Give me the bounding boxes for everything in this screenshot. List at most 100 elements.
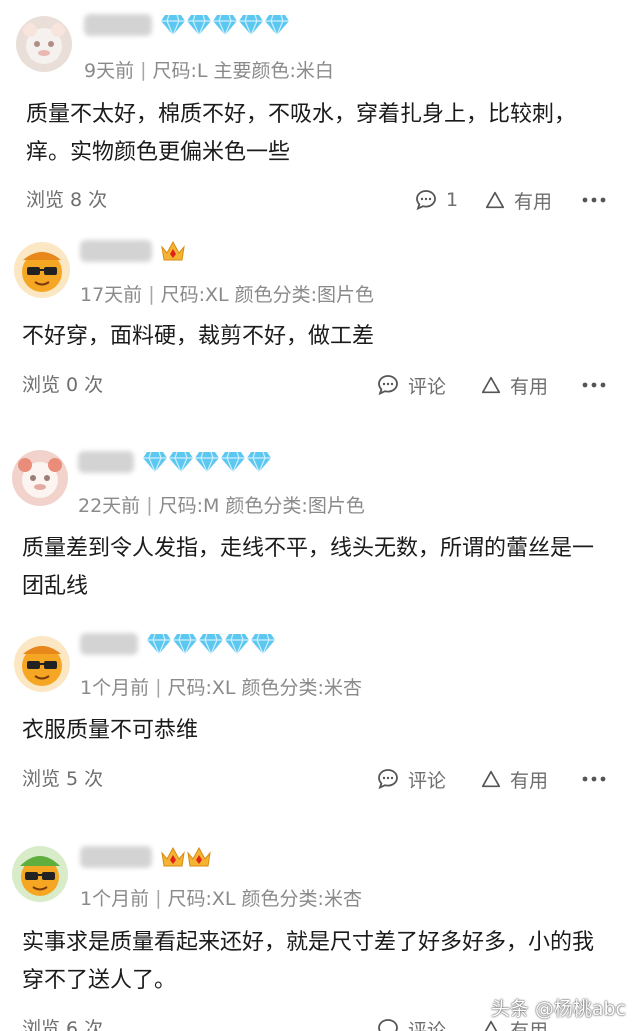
username-row — [80, 236, 186, 266]
separator: | — [155, 886, 162, 909]
review-spec: 尺码:XL 颜色分类:米杏 — [167, 888, 362, 910]
thumbs-up-icon — [481, 376, 501, 394]
username-row — [78, 447, 272, 477]
comment-label: 评论 — [408, 769, 447, 792]
thumbs-up-icon — [481, 770, 501, 788]
more-button[interactable] — [582, 183, 606, 217]
comment-button[interactable]: 1 — [414, 183, 458, 217]
username-row — [80, 629, 276, 659]
avatar-pet-icon — [12, 450, 68, 506]
comment-label: 评论 — [408, 1019, 447, 1031]
useful-label: 有用 — [510, 769, 549, 792]
crown-badge-icon — [187, 846, 211, 867]
view-count: 浏览 5 次 — [22, 768, 104, 790]
useful-label: 有用 — [514, 190, 553, 213]
comment-button[interactable]: 评论 — [376, 368, 446, 402]
separator: | — [146, 493, 153, 516]
review-text: 衣服质量不可恭维 — [22, 718, 199, 743]
username-blurred — [84, 14, 152, 36]
diamond-badge-icon — [251, 633, 275, 655]
useful-label: 有用 — [510, 375, 549, 398]
review-spec: 尺码:M 颜色分类:图片色 — [158, 495, 365, 517]
comment-icon — [378, 769, 398, 790]
member-badges — [160, 14, 290, 36]
review-footer: 浏览 0 次 评论 有用 — [0, 368, 640, 402]
comment-icon — [416, 190, 436, 211]
useful-button[interactable]: 有用 — [480, 762, 548, 796]
avatar[interactable] — [14, 636, 70, 692]
review-footer: 浏览 8 次 1 有用 — [0, 183, 640, 217]
more-dots-icon — [582, 776, 606, 782]
review-meta: 17天前 | 尺码:XL 颜色分类:图片色 — [80, 280, 374, 307]
username-blurred — [80, 633, 138, 655]
comment-button[interactable]: 评论 — [376, 762, 446, 796]
more-dots-icon — [582, 197, 606, 203]
avatar[interactable] — [12, 450, 68, 506]
username-blurred — [80, 240, 152, 262]
more-dots-icon — [582, 382, 606, 388]
useful-button[interactable]: 有用 — [480, 368, 548, 402]
diamond-badge-icon — [173, 633, 197, 655]
review-meta: 22天前 | 尺码:M 颜色分类:图片色 — [78, 491, 365, 518]
avatar-sunglasses-icon — [14, 242, 70, 298]
avatar-pet-icon — [16, 16, 72, 72]
diamond-badge-icon — [187, 14, 211, 36]
diamond-badge-icon — [225, 633, 249, 655]
avatar-sunglasses-icon — [12, 846, 68, 902]
review-time: 9天前 — [84, 60, 135, 82]
review-text: 实事求是质量看起来还好，就是尺寸差了好多好多，小的我穿不了送人了。 — [22, 930, 595, 993]
diamond-badge-icon — [169, 451, 193, 473]
username-blurred — [80, 846, 152, 868]
review-spec: 尺码:L 主要颜色:米白 — [152, 60, 334, 82]
crown-badge-icon — [161, 846, 185, 867]
diamond-badge-icon — [147, 633, 171, 655]
username-row — [84, 10, 290, 40]
comment-button[interactable]: 评论 — [376, 1012, 446, 1031]
review-meta: 9天前 | 尺码:L 主要颜色:米白 — [84, 56, 334, 83]
comment-icon — [378, 375, 398, 396]
member-badges — [146, 633, 276, 655]
diamond-badge-icon — [239, 14, 263, 36]
review-spec: 尺码:XL 颜色分类:米杏 — [167, 677, 362, 699]
member-badges — [160, 845, 212, 869]
view-count: 浏览 6 次 — [22, 1018, 104, 1031]
thumbs-up-icon — [485, 191, 505, 209]
diamond-badge-icon — [265, 14, 289, 36]
avatar[interactable] — [12, 846, 68, 902]
diamond-badge-icon — [199, 633, 223, 655]
avatar[interactable] — [14, 242, 70, 298]
review-time: 1个月前 — [80, 888, 150, 910]
diamond-badge-icon — [143, 451, 167, 473]
separator: | — [140, 58, 147, 81]
view-count: 浏览 8 次 — [26, 189, 108, 211]
view-count: 浏览 0 次 — [22, 374, 104, 396]
username-row — [80, 842, 212, 872]
avatar-sunglasses-icon — [14, 636, 70, 692]
review-text: 质量不太好，棉质不好，不吸水，穿着扎身上，比较刺，痒。实物颜色更偏米色一些 — [26, 102, 577, 165]
username-blurred — [78, 451, 134, 473]
more-button[interactable] — [582, 368, 606, 402]
useful-button[interactable]: 有用 — [484, 183, 552, 217]
diamond-badge-icon — [247, 451, 271, 473]
crown-badge-icon — [161, 240, 185, 261]
comment-label: 评论 — [408, 375, 447, 398]
comment-label: 1 — [446, 189, 459, 211]
review-time: 22天前 — [78, 495, 141, 517]
review-meta: 1个月前 | 尺码:XL 颜色分类:米杏 — [80, 673, 362, 700]
separator: | — [148, 282, 155, 305]
review-meta: 1个月前 | 尺码:XL 颜色分类:米杏 — [80, 884, 362, 911]
review-text: 不好穿，面料硬，裁剪不好，做工差 — [22, 324, 375, 349]
review-time: 1个月前 — [80, 677, 150, 699]
review-spec: 尺码:XL 颜色分类:图片色 — [160, 284, 375, 306]
member-badges — [142, 451, 272, 473]
review-text: 质量差到令人发指，走线不平，线头无数，所谓的蕾丝是一团乱线 — [22, 536, 595, 599]
diamond-badge-icon — [195, 451, 219, 473]
diamond-badge-icon — [213, 14, 237, 36]
review-footer: 浏览 5 次 评论 有用 — [0, 762, 640, 796]
watermark: 头条 @杨桃abc — [491, 994, 626, 1021]
avatar[interactable] — [16, 16, 72, 72]
diamond-badge-icon — [221, 451, 245, 473]
separator: | — [155, 675, 162, 698]
more-button[interactable] — [582, 762, 606, 796]
review-time: 17天前 — [80, 284, 143, 306]
